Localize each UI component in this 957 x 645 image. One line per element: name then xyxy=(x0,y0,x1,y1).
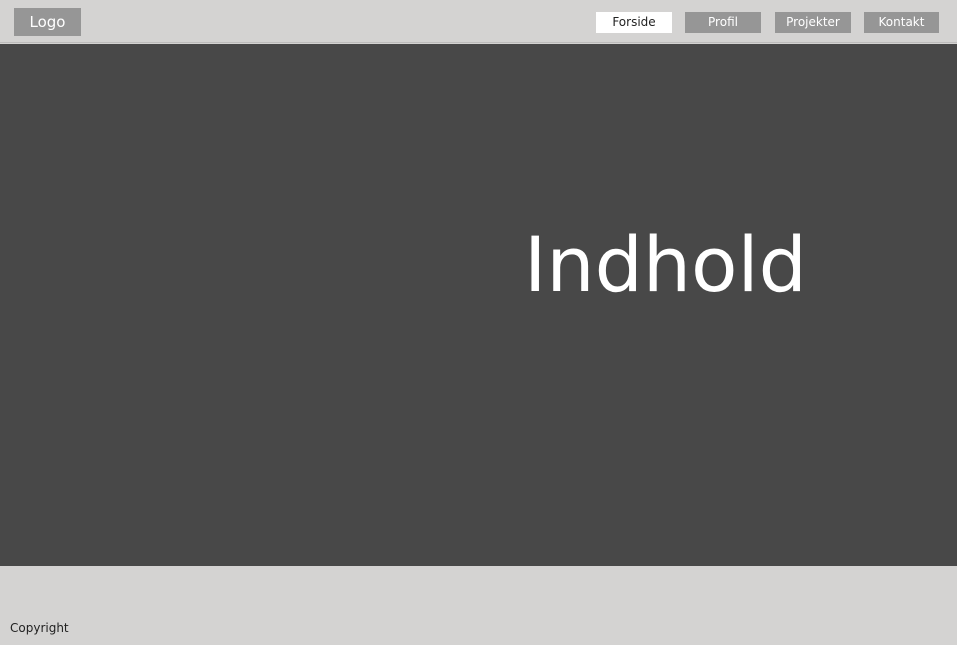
main-content: Indhold xyxy=(0,44,957,566)
site-footer: Copyright xyxy=(0,566,957,645)
nav-item-kontakt[interactable]: Kontakt xyxy=(864,12,939,33)
content-title: Indhold xyxy=(524,220,807,309)
nav-item-projekter[interactable]: Projekter xyxy=(775,12,851,33)
nav-item-profil[interactable]: Profil xyxy=(685,12,761,33)
logo[interactable]: Logo xyxy=(14,8,81,36)
nav-item-forside[interactable]: Forside xyxy=(596,12,672,33)
site-header: Logo Forside Profil Projekter Kontakt xyxy=(0,0,957,43)
copyright-text: Copyright xyxy=(10,621,69,635)
